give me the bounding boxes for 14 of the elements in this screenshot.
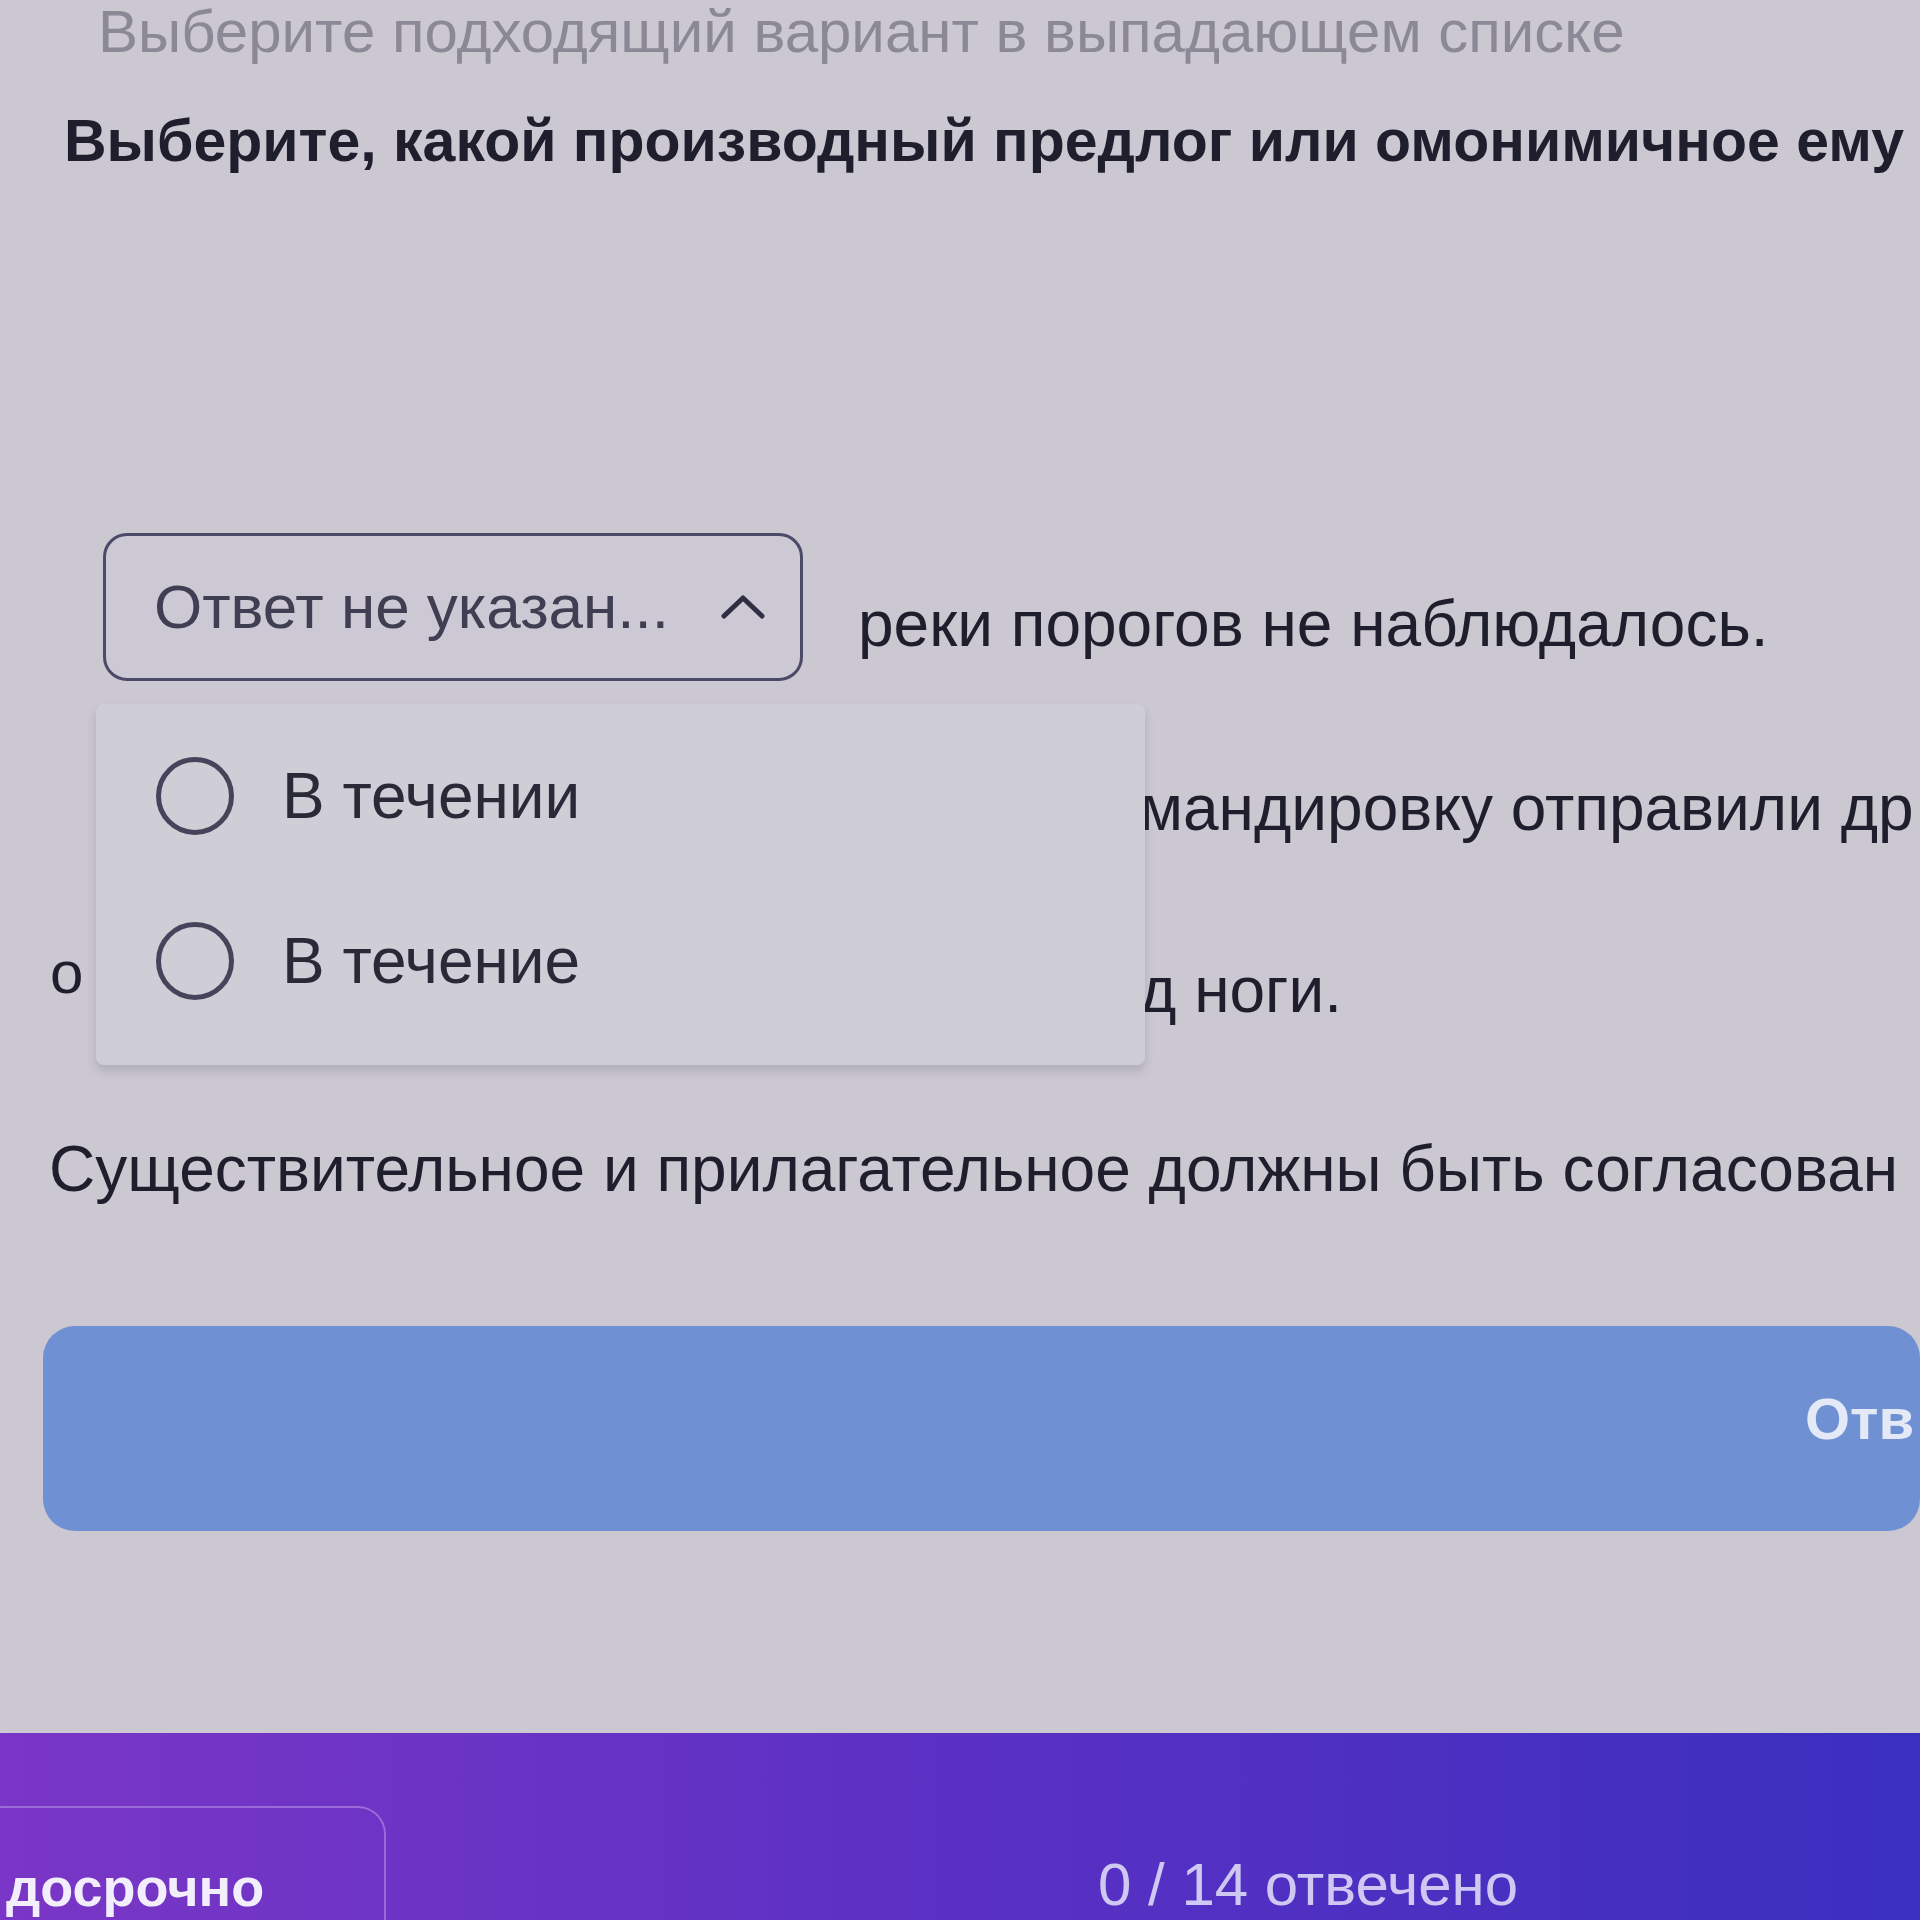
dropdown-option[interactable]: В течении	[156, 757, 1105, 835]
instruction-text: Выберите подходящий вариант в выпадающем списке	[98, 0, 1625, 64]
question-text: Выберите, какой производный предлог или омонимичное ему	[64, 107, 1904, 176]
progress-text: 0 / 14 отвечено	[1098, 1852, 1519, 1920]
chevron-up-icon	[720, 594, 766, 620]
radio-icon	[156, 757, 234, 835]
radio-icon	[156, 922, 234, 1000]
sentence-text: мандировку отправили др	[1139, 771, 1914, 846]
dropdown-option[interactable]: В течение	[156, 922, 1105, 1000]
hint-text: Существительное и прилагательное должны быть согласован	[49, 1132, 1899, 1207]
sentence-text: реки порогов не наблюдалось.	[858, 587, 1769, 662]
answer-dropdown[interactable]: Ответ не указан...	[103, 533, 803, 681]
finish-early-button[interactable]: досрочно	[0, 1806, 386, 1920]
sentence-text: о	[50, 938, 84, 1008]
